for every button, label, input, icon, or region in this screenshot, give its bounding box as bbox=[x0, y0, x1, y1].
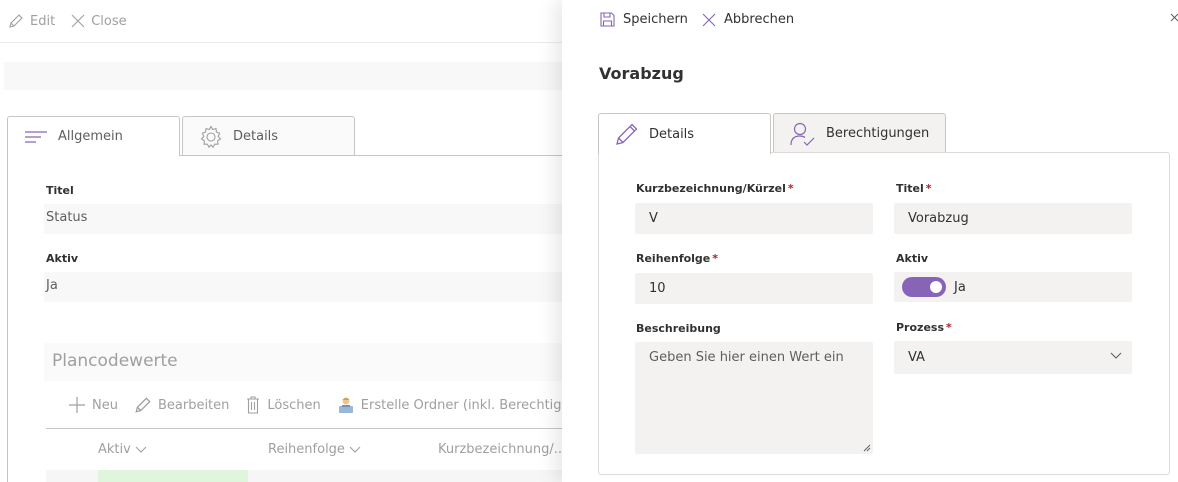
plancode-title: Plancodewerte bbox=[44, 343, 562, 381]
required-marker: * bbox=[925, 182, 932, 195]
chevron-down-icon bbox=[135, 446, 147, 453]
close-button[interactable]: Close bbox=[71, 13, 127, 29]
close-icon bbox=[702, 13, 716, 26]
edit-label: Edit bbox=[30, 13, 56, 29]
tab-berechtigungen-label: Berechtigungen bbox=[826, 126, 930, 141]
tab-details-label: Details bbox=[649, 126, 695, 142]
bearbeiten-label: Bearbeiten bbox=[157, 397, 230, 413]
tab-allgemein-label: Allgemein bbox=[58, 129, 123, 144]
titel-field[interactable]: Vorabzug bbox=[894, 203, 1132, 234]
delete-button[interactable]: Löschen bbox=[245, 396, 321, 414]
cancel-button[interactable]: Abbrechen bbox=[702, 12, 794, 27]
reihenfolge-label: Reihenfolge * bbox=[636, 252, 718, 265]
save-icon bbox=[600, 12, 615, 27]
create-folder-button[interactable]: Erstelle Ordner (inkl. Berechtigung bbox=[337, 396, 586, 414]
user-check-icon bbox=[790, 122, 815, 146]
chevron-down-icon bbox=[349, 446, 361, 453]
plancode-command-bar: Neu Bearbeiten Löschen Erstelle Ordner (… bbox=[68, 396, 602, 414]
required-marker: * bbox=[712, 252, 719, 265]
new-label: Neu bbox=[92, 397, 118, 413]
aktiv-label: Aktiv bbox=[896, 252, 929, 265]
panel-close-button[interactable] bbox=[1170, 12, 1178, 32]
aktiv-toggle-row: Ja bbox=[894, 272, 1132, 302]
beschreibung-label: Beschreibung bbox=[636, 322, 721, 335]
column-header-reihenfolge[interactable]: Reihenfolge bbox=[268, 442, 361, 457]
plus-icon bbox=[69, 397, 85, 413]
chevron-down-icon bbox=[1110, 352, 1122, 359]
column-aktiv-label: Aktiv bbox=[98, 442, 131, 457]
pencil-icon bbox=[9, 14, 23, 28]
tab-berechtigungen[interactable]: Berechtigungen bbox=[773, 113, 946, 153]
beschreibung-placeholder: Geben Sie hier einen Wert ein bbox=[649, 350, 844, 365]
edit-button[interactable]: Edit bbox=[8, 13, 55, 29]
required-marker: * bbox=[946, 321, 952, 334]
details-form: Kurzbezeichnung/Kürzel * V Titel * Vorabzu… bbox=[598, 152, 1170, 475]
new-button[interactable]: Neu bbox=[68, 396, 118, 414]
titel-value: Status bbox=[44, 204, 562, 234]
folder-person-icon bbox=[338, 397, 353, 413]
save-button[interactable]: Speichern bbox=[600, 12, 688, 27]
titel-label: Titel bbox=[46, 184, 74, 197]
prozess-label-text: Prozess bbox=[896, 321, 945, 334]
reihenfolge-field[interactable]: 10 bbox=[635, 273, 873, 304]
titel-label: Titel * bbox=[896, 182, 932, 195]
cancel-label: Abbrechen bbox=[724, 12, 795, 27]
close-icon bbox=[71, 14, 85, 28]
delete-label: Löschen bbox=[267, 397, 321, 413]
tab-details-background[interactable]: Details bbox=[182, 116, 355, 156]
toggle-knob bbox=[930, 281, 942, 293]
column-kurzbezeichnung-label: Kurzbezeichnung/... bbox=[438, 442, 567, 457]
tab-allgemein[interactable]: Allgemein bbox=[7, 116, 180, 156]
kurz-label-text: Kurzbezeichnung/Kürzel bbox=[636, 182, 786, 195]
column-header-aktiv[interactable]: Aktiv bbox=[98, 442, 147, 457]
save-label: Speichern bbox=[623, 12, 688, 27]
tab-content-border bbox=[7, 155, 8, 482]
prozess-value: VA bbox=[908, 350, 925, 365]
trash-icon bbox=[247, 396, 260, 414]
kurz-label: Kurzbezeichnung/Kürzel * bbox=[636, 182, 794, 195]
pencil-icon bbox=[616, 123, 638, 145]
aktiv-label: Aktiv bbox=[46, 252, 79, 265]
grid-header-divider bbox=[46, 428, 562, 429]
reihenfolge-label-text: Reihenfolge bbox=[636, 252, 711, 265]
kurz-field[interactable]: V bbox=[635, 203, 873, 234]
tab-details[interactable]: Details bbox=[598, 113, 771, 154]
aktiv-toggle-label: Ja bbox=[954, 279, 966, 295]
tab-underline bbox=[180, 155, 562, 156]
resize-grip-icon[interactable] bbox=[863, 444, 871, 452]
create-folder-label: Erstelle Ordner (inkl. Berechtigung bbox=[360, 397, 587, 413]
bearbeiten-button[interactable]: Bearbeiten bbox=[134, 396, 229, 414]
aktiv-value: Ja bbox=[44, 272, 562, 302]
column-reihenfolge-label: Reihenfolge bbox=[268, 442, 345, 457]
beschreibung-textarea[interactable]: Geben Sie hier einen Wert ein bbox=[635, 342, 873, 454]
lines-icon bbox=[25, 130, 47, 143]
tab-details-background-label: Details bbox=[233, 129, 279, 144]
edit-panel: Speichern Abbrechen Vorabzug Details Ber… bbox=[562, 0, 1178, 482]
close-icon bbox=[1170, 13, 1178, 22]
required-marker: * bbox=[787, 182, 794, 195]
aktiv-toggle[interactable] bbox=[902, 277, 946, 297]
gear-icon bbox=[200, 124, 222, 148]
column-header-kurzbezeichnung[interactable]: Kurzbezeichnung/... bbox=[438, 442, 566, 457]
prozess-label: Prozess * bbox=[896, 321, 952, 334]
pencil-icon bbox=[135, 397, 151, 413]
active-cell bbox=[98, 470, 248, 482]
background-command-bar: Edit Close bbox=[0, 0, 562, 43]
prozess-dropdown[interactable]: VA bbox=[894, 341, 1132, 374]
close-label: Close bbox=[91, 13, 127, 29]
panel-title: Vorabzug bbox=[599, 64, 684, 83]
background-info-strip bbox=[4, 62, 562, 90]
titel-label-text: Titel bbox=[896, 182, 924, 195]
